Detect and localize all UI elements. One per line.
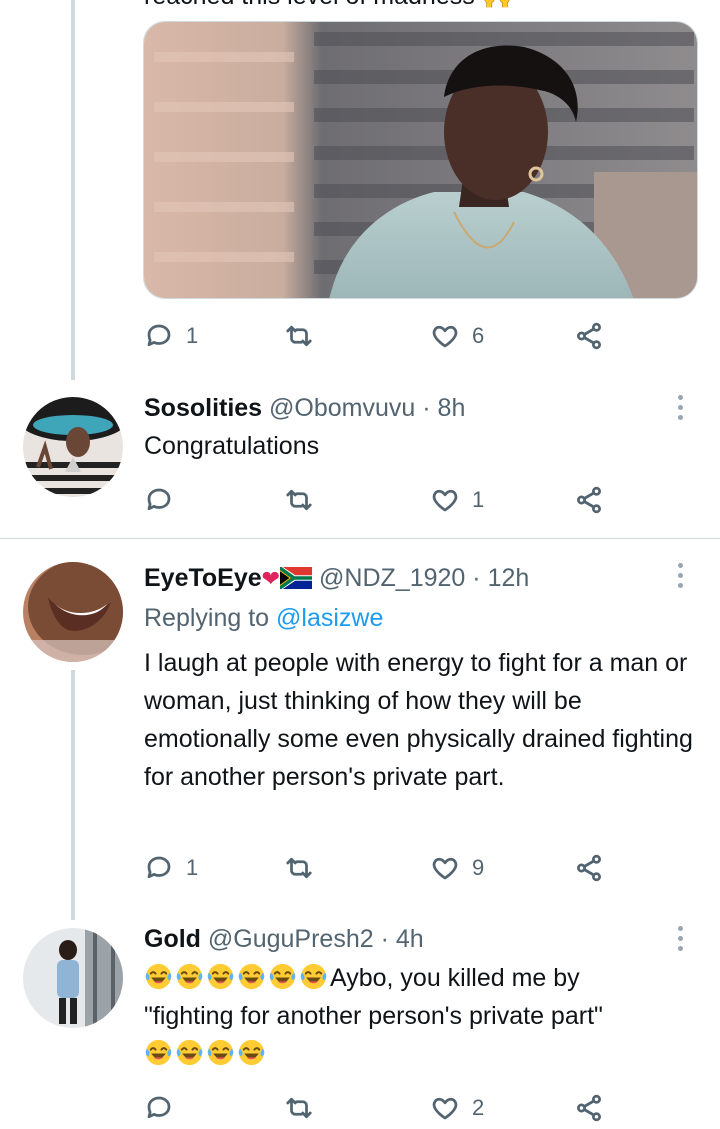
retweet-button[interactable]	[284, 848, 326, 888]
share-icon	[577, 322, 601, 350]
laughing-emoji-icon	[269, 963, 296, 990]
tweet-actions: 1 6	[144, 316, 614, 356]
share-icon	[577, 1094, 601, 1122]
reply-button[interactable]: 1	[144, 316, 198, 356]
reply-count: 1	[186, 323, 199, 348]
reply-icon	[147, 488, 171, 511]
retweet-icon	[286, 325, 312, 347]
share-button[interactable]	[574, 848, 604, 888]
laughing-emoji-icon	[176, 1039, 203, 1066]
thread-line	[71, 0, 75, 380]
south-africa-flag	[280, 567, 313, 589]
share-icon	[577, 486, 601, 514]
tweet-text: I laugh at people with energy to fight f…	[144, 649, 693, 791]
thread-line	[71, 670, 75, 920]
like-icon	[432, 1097, 458, 1120]
share-button[interactable]	[574, 1088, 604, 1128]
more-icon	[677, 562, 683, 568]
reply-count: 1	[186, 855, 199, 880]
more-options-button[interactable]	[670, 392, 690, 422]
like-count: 1	[472, 487, 485, 512]
share-button[interactable]	[574, 480, 604, 520]
more-options-button[interactable]	[670, 560, 690, 590]
tweet-text-line-2: "fighting for another person's private p…	[144, 1002, 603, 1030]
laughing-emoji-icon	[145, 1039, 172, 1066]
reply-icon	[147, 856, 171, 879]
display-name[interactable]: EyeToEye	[144, 564, 262, 592]
tweet-header: Gold @GuguPresh2 · 4h	[144, 925, 424, 954]
laughing-emoji-icon	[145, 963, 172, 990]
like-icon	[432, 857, 458, 880]
separator: ·	[472, 564, 481, 592]
tweet-actions: 1 9	[144, 848, 614, 888]
laughing-emoji-icon	[207, 1039, 234, 1066]
avatar[interactable]	[23, 397, 123, 497]
mention-link[interactable]: @lasizwe	[276, 604, 383, 632]
retweet-button[interactable]	[284, 480, 326, 520]
tweet-header: EyeToEye❤ @NDZ_1920 · 12h	[144, 564, 529, 593]
divider	[0, 538, 720, 539]
tweet-actions: 2	[144, 1088, 614, 1128]
tweet-text: Aybo, you killed me by "fighting for ano…	[144, 959, 704, 1073]
share-button[interactable]	[574, 316, 604, 356]
user-handle[interactable]: @Obomvuvu	[269, 394, 415, 422]
display-name[interactable]: Sosolities	[144, 394, 262, 422]
like-count: 6	[472, 323, 485, 348]
separator: ·	[380, 925, 389, 953]
like-button[interactable]: 1	[430, 480, 484, 520]
retweet-icon	[286, 857, 312, 879]
replying-to: Replying to @lasizwe	[144, 604, 383, 633]
avatar[interactable]	[23, 562, 123, 662]
retweet-button[interactable]	[284, 1088, 326, 1128]
like-count: 2	[472, 1095, 485, 1120]
display-name[interactable]: Gold	[144, 925, 201, 953]
replying-label: Replying to	[144, 604, 270, 632]
retweet-icon	[286, 1097, 312, 1119]
like-icon	[432, 325, 458, 348]
laughing-emoji-icon	[300, 963, 327, 990]
tweet-actions: 1	[144, 480, 614, 520]
more-options-button[interactable]	[670, 923, 690, 953]
timestamp[interactable]: 8h	[438, 394, 466, 422]
reply-button[interactable]	[144, 1088, 186, 1128]
laughing-emoji-group	[144, 963, 330, 992]
reply-icon	[147, 1096, 171, 1119]
retweet-button[interactable]	[284, 316, 326, 356]
like-button[interactable]: 9	[430, 848, 484, 888]
reply-button[interactable]: 1	[144, 848, 198, 888]
like-count: 9	[472, 855, 485, 880]
tweet-media-image[interactable]	[143, 21, 698, 299]
tweet-text-line-1: Aybo, you killed me by	[144, 959, 704, 997]
tweet-header: Sosolities @Obomvuvu · 8h	[144, 394, 465, 423]
reply-button[interactable]	[144, 480, 186, 520]
tweet-text: reached this level of madness 🙌	[144, 0, 513, 11]
tweet-text-part: Aybo, you killed me by	[330, 964, 580, 992]
timestamp[interactable]: 4h	[396, 925, 424, 953]
laughing-emoji-icon	[238, 963, 265, 990]
like-button[interactable]: 6	[430, 316, 484, 356]
retweet-icon	[286, 489, 312, 511]
like-icon	[432, 489, 458, 512]
separator: ·	[422, 394, 431, 422]
timestamp[interactable]: 12h	[488, 564, 530, 592]
laughing-emoji-icon	[238, 1039, 265, 1066]
user-handle[interactable]: @GuguPresh2	[208, 925, 374, 953]
like-button[interactable]: 2	[430, 1088, 484, 1128]
laughing-emoji-icon	[176, 963, 203, 990]
laughing-emoji-group	[144, 1039, 268, 1068]
more-icon	[677, 925, 683, 931]
more-icon	[677, 394, 683, 400]
reply-icon	[147, 324, 171, 347]
share-icon	[577, 854, 601, 882]
tweet-text-line-3	[144, 1035, 704, 1073]
user-handle[interactable]: @NDZ_1920	[319, 564, 465, 592]
sparkling-heart-emoji: ❤	[261, 566, 281, 591]
laughing-emoji-icon	[207, 963, 234, 990]
avatar[interactable]	[23, 928, 123, 1028]
tweet-text: Congratulations	[144, 432, 320, 460]
